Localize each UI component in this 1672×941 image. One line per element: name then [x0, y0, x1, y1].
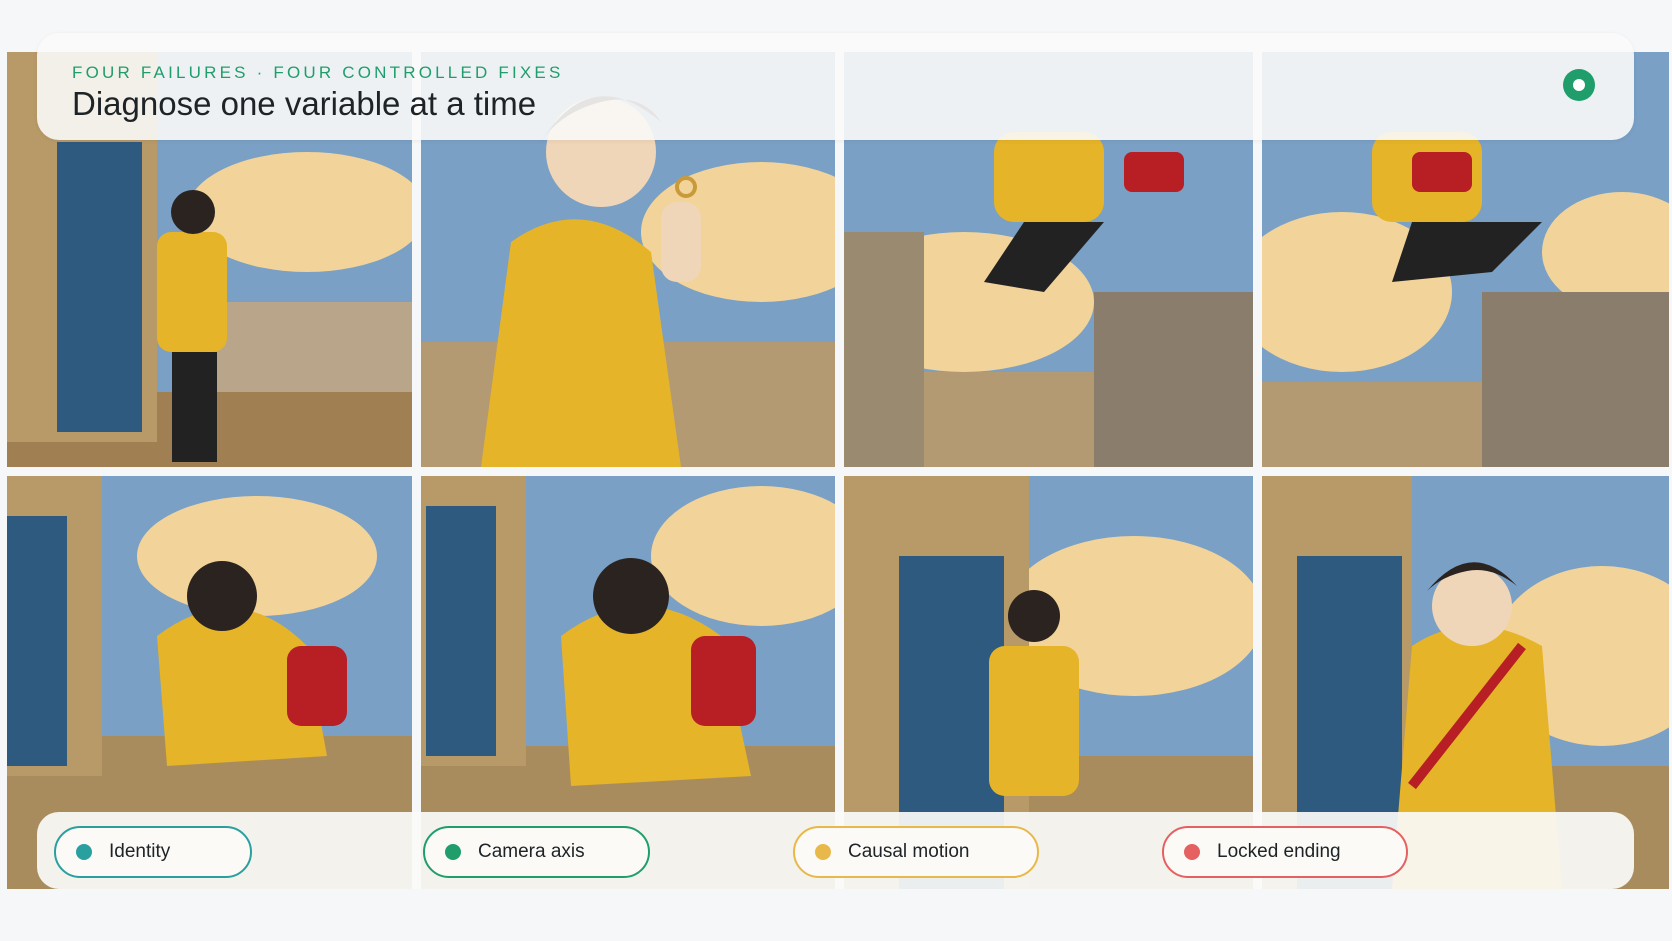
legend-label: Identity [109, 841, 171, 862]
header-eyebrow: FOUR FAILURES · FOUR CONTROLLED FIXES [72, 63, 564, 82]
legend-bar: Identity Camera axis Causal motion Locke… [37, 812, 1634, 889]
storyboard-slide: FOUR FAILURES · FOUR CONTROLLED FIXES Di… [0, 0, 1672, 941]
panel-grid [7, 52, 1669, 889]
legend-pill-camera-axis[interactable]: Camera axis [423, 826, 650, 878]
legend-pill-identity[interactable]: Identity [54, 826, 252, 878]
camera-axis-dot-icon [445, 844, 461, 860]
header-bar: FOUR FAILURES · FOUR CONTROLLED FIXES Di… [37, 33, 1634, 140]
legend-label: Camera axis [478, 841, 585, 862]
page-title: Diagnose one variable at a time [72, 85, 537, 122]
legend-pill-locked-ending[interactable]: Locked ending [1162, 826, 1408, 878]
legend-label: Locked ending [1217, 841, 1341, 862]
causal-motion-dot-icon [815, 844, 831, 860]
legend-label: Causal motion [848, 841, 970, 862]
status-indicator-icon [1563, 69, 1595, 101]
identity-dot-icon [76, 844, 92, 860]
locked-ending-dot-icon [1184, 844, 1200, 860]
legend-pill-causal-motion[interactable]: Causal motion [793, 826, 1039, 878]
